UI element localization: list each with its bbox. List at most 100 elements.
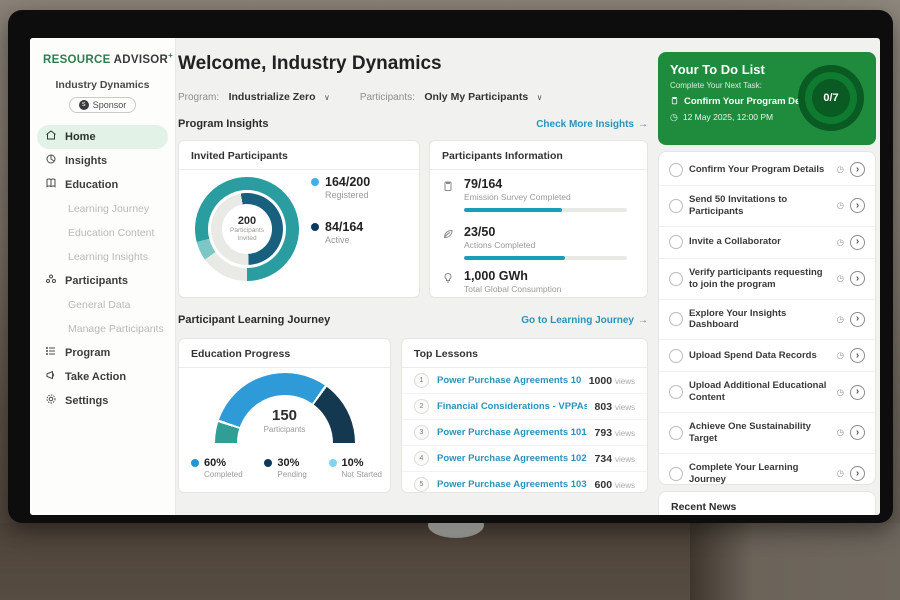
sidebar-item-participants[interactable]: Participants xyxy=(30,269,175,293)
participants-filter[interactable]: Participants: Only My Participants ∨ xyxy=(360,87,543,105)
task-open-button[interactable]: › xyxy=(850,466,865,481)
sidebar-item-education-content[interactable]: Education Content xyxy=(30,221,175,245)
lesson-link[interactable]: Power Purchase Agreements 101 xyxy=(437,375,581,386)
sidebar-item-label: Settings xyxy=(65,395,108,407)
go-to-learning-journey-link[interactable]: Go to Learning Journey→ xyxy=(521,315,648,326)
sidebar-item-insights[interactable]: Insights xyxy=(30,149,175,173)
megaphone-icon xyxy=(45,369,57,384)
task-checkbox[interactable] xyxy=(669,385,683,399)
program-filter-value: Industrialize Zero xyxy=(229,91,316,103)
donut-legend: 164/200 Registered 84/164 Active xyxy=(311,175,370,245)
clock-icon: ◷ xyxy=(837,200,844,211)
chevron-right-icon: › xyxy=(856,313,859,324)
sidebar-item-general-data[interactable]: General Data xyxy=(30,293,175,317)
legend-item-active: 84/164 Active xyxy=(311,220,370,245)
lesson-rank: 5 xyxy=(414,477,429,492)
check-more-insights-link[interactable]: Check More Insights→ xyxy=(536,119,648,130)
lesson-link[interactable]: Power Purchase Agreements 101 xyxy=(437,427,587,438)
lesson-link[interactable]: Power Purchase Agreements 102 xyxy=(437,453,587,464)
sidebar-item-education[interactable]: Education xyxy=(30,173,175,197)
task-row-upload-spend-data[interactable]: Upload Spend Data Records ◷ › xyxy=(659,340,875,372)
task-checkbox[interactable] xyxy=(669,467,683,481)
sidebar-item-take-action[interactable]: Take Action xyxy=(30,365,175,389)
task-row-verify-participants[interactable]: Verify participants requesting to join t… xyxy=(659,259,875,300)
filter-bar: Program: Industrialize Zero ∨ Participan… xyxy=(178,87,543,105)
book-icon xyxy=(45,177,57,192)
task-open-button[interactable]: › xyxy=(850,235,865,250)
task-checkbox[interactable] xyxy=(669,163,683,177)
legend-item-not-started: 10% Not Started xyxy=(329,457,382,479)
sidebar-item-program[interactable]: Program xyxy=(30,341,175,365)
task-row-achieve-target[interactable]: Achieve One Sustainability Target ◷ › xyxy=(659,413,875,454)
active-dot-icon xyxy=(311,223,319,231)
clock-icon: ◷ xyxy=(837,273,844,284)
sidebar-item-manage-participants[interactable]: Manage Participants xyxy=(30,317,175,341)
chevron-right-icon: › xyxy=(856,164,859,175)
program-insights-title: Program Insights xyxy=(178,118,268,130)
sponsor-bolt-icon: s xyxy=(79,100,89,110)
task-open-button[interactable]: › xyxy=(850,271,865,286)
participants-filter-label: Participants: xyxy=(360,92,415,103)
lesson-views-word: views xyxy=(615,455,635,464)
task-row-confirm-program[interactable]: Confirm Your Program Details ◷ › xyxy=(659,154,875,186)
logo-advisor: ADVISOR xyxy=(114,54,169,66)
sidebar-item-learning-insights[interactable]: Learning Insights xyxy=(30,245,175,269)
learning-journey-title: Participant Learning Journey xyxy=(178,314,330,326)
task-checkbox[interactable] xyxy=(669,272,683,286)
lesson-views-word: views xyxy=(615,429,635,438)
sidebar-item-home[interactable]: Home xyxy=(37,125,168,149)
task-checkbox[interactable] xyxy=(669,199,683,213)
gauge-center-label: Participants xyxy=(179,425,390,434)
task-row-upload-educational-content[interactable]: Upload Additional Educational Content ◷ … xyxy=(659,372,875,413)
gauge-legend: 60% Completed 30% Pending xyxy=(191,457,382,479)
task-open-button[interactable]: › xyxy=(850,425,865,440)
sidebar-item-learning-journey[interactable]: Learning Journey xyxy=(30,197,175,221)
task-checkbox[interactable] xyxy=(669,235,683,249)
task-row-complete-journey[interactable]: Complete Your Learning Journey ◷ › xyxy=(659,454,875,494)
task-open-button[interactable]: › xyxy=(850,312,865,327)
lesson-rank: 2 xyxy=(414,399,429,414)
task-open-button[interactable]: › xyxy=(850,198,865,213)
lesson-link[interactable]: Financial Considerations - VPPAs xyxy=(437,401,587,412)
task-open-button[interactable]: › xyxy=(850,162,865,177)
arrow-right-icon: → xyxy=(638,119,648,130)
chevron-right-icon: › xyxy=(856,200,859,211)
todo-card: Your To Do List Complete Your Next Task:… xyxy=(658,52,876,145)
task-row-invite-collaborator[interactable]: Invite a Collaborator ◷ › xyxy=(659,227,875,259)
sidebar-item-label: Home xyxy=(65,131,96,143)
lesson-row: 3 Power Purchase Agreements 101 793 view… xyxy=(402,420,647,446)
top-lessons-title: Top Lessons xyxy=(402,339,647,368)
task-checkbox[interactable] xyxy=(669,349,683,363)
legend-item-pending: 30% Pending xyxy=(264,457,306,479)
task-open-button[interactable]: › xyxy=(850,385,865,400)
pie-chart-icon xyxy=(45,153,57,168)
task-checkbox[interactable] xyxy=(669,426,683,440)
emission-progress-bar xyxy=(464,208,627,212)
learning-journey-header: Participant Learning Journey Go to Learn… xyxy=(178,314,648,326)
registered-dot-icon xyxy=(311,178,319,186)
legend-item-registered: 164/200 Registered xyxy=(311,175,370,200)
not-started-dot-icon xyxy=(329,459,337,467)
stat-emission-survey: 79/164 Emission Survey Completed xyxy=(442,177,635,212)
chevron-right-icon: › xyxy=(856,427,859,438)
chevron-right-icon: › xyxy=(856,386,859,397)
clock-icon: ◷ xyxy=(670,113,678,122)
chevron-down-icon: ∨ xyxy=(324,93,330,102)
completed-dot-icon xyxy=(191,459,199,467)
task-row-explore-dashboard[interactable]: Explore Your Insights Dashboard ◷ › xyxy=(659,300,875,341)
lesson-views-word: views xyxy=(615,377,635,386)
lesson-views-count: 734 xyxy=(595,453,613,465)
lesson-rank: 3 xyxy=(414,425,429,440)
sponsor-badge-label: Sponsor xyxy=(93,100,127,110)
dashboard-screen: RESOURCE ADVISOR+ Industry Dynamics s Sp… xyxy=(30,38,880,515)
program-filter[interactable]: Program: Industrialize Zero ∨ xyxy=(178,87,330,105)
task-checkbox[interactable] xyxy=(669,312,683,326)
task-open-button[interactable]: › xyxy=(850,348,865,363)
lesson-link[interactable]: Power Purchase Agreements 103 xyxy=(437,479,587,490)
clipboard-icon xyxy=(442,177,456,212)
sidebar-item-settings[interactable]: Settings xyxy=(30,389,175,413)
task-row-send-invitations[interactable]: Send 50 Invitations to Participants ◷ › xyxy=(659,186,875,227)
gauge-center-value: 150 xyxy=(179,407,390,424)
donut-center-label2: Invited xyxy=(237,235,256,243)
sidebar-item-label: Education Content xyxy=(68,227,154,239)
